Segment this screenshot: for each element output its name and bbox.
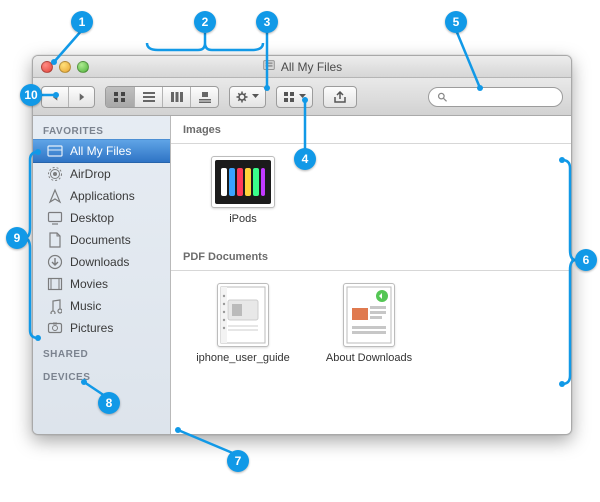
coverflow-view-button[interactable] <box>190 87 218 107</box>
minimize-window-button[interactable] <box>59 61 71 73</box>
desktop-icon <box>47 210 63 226</box>
chevron-down-icon <box>252 94 259 99</box>
zoom-window-button[interactable] <box>77 61 89 73</box>
sidebar-item-documents[interactable]: Documents <box>33 229 170 251</box>
file-item[interactable]: iPods <box>193 156 293 225</box>
sidebar-item-label: Pictures <box>70 321 113 335</box>
back-button[interactable] <box>42 87 68 107</box>
search-input[interactable] <box>452 91 554 103</box>
forward-button[interactable] <box>68 87 94 107</box>
sidebar-item-desktop[interactable]: Desktop <box>33 207 170 229</box>
group-header-pdf: PDF Documents <box>171 243 571 267</box>
file-item[interactable]: iphone_user_guide <box>193 283 293 364</box>
sidebar-item-music[interactable]: Music <box>33 295 170 317</box>
callout-1: 1 <box>71 11 93 33</box>
icon-view-button[interactable] <box>106 87 134 107</box>
sidebar-item-label: Desktop <box>70 211 114 225</box>
titlebar: All My Files <box>33 56 571 78</box>
share-icon <box>333 91 347 103</box>
file-thumbnail <box>343 283 395 347</box>
callout-7: 7 <box>227 450 249 472</box>
close-window-button[interactable] <box>41 61 53 73</box>
sidebar-item-downloads[interactable]: Downloads <box>33 251 170 273</box>
title-proxy-icon <box>262 58 276 75</box>
finder-window: All My Files <box>32 55 572 435</box>
sidebar-item-label: Downloads <box>70 255 129 269</box>
toolbar <box>33 78 571 116</box>
sidebar-item-label: Music <box>70 299 101 313</box>
arrange-icon <box>283 91 297 103</box>
action-menu-button[interactable] <box>229 86 266 108</box>
column-view-button[interactable] <box>162 87 190 107</box>
sidebar-item-movies[interactable]: Movies <box>33 273 170 295</box>
arrange-menu-button[interactable] <box>276 86 313 108</box>
callout-6: 6 <box>575 249 597 271</box>
group-header-images: Images <box>171 116 571 140</box>
sidebar-item-pictures[interactable]: Pictures <box>33 317 170 339</box>
all-files-icon <box>47 143 63 159</box>
file-name: About Downloads <box>326 352 412 364</box>
chevron-down-icon <box>299 94 306 99</box>
file-item[interactable]: About Downloads <box>319 283 419 364</box>
window-title: All My Files <box>281 60 342 74</box>
callout-2: 2 <box>194 11 216 33</box>
airdrop-icon <box>47 166 63 182</box>
music-icon <box>47 298 63 314</box>
content-area: Images iPods PDF Documents iphone_user_g… <box>171 116 571 434</box>
search-icon <box>437 91 447 103</box>
sidebar-item-label: Documents <box>70 233 131 247</box>
sidebar-item-applications[interactable]: Applications <box>33 185 170 207</box>
file-thumbnail <box>217 283 269 347</box>
sidebar-item-all-my-files[interactable]: All My Files <box>33 139 170 163</box>
window-controls <box>41 61 89 73</box>
view-mode-segmented <box>105 86 219 108</box>
list-view-button[interactable] <box>134 87 162 107</box>
share-button[interactable] <box>323 86 357 108</box>
file-name: iphone_user_guide <box>196 352 290 364</box>
sidebar-item-label: Applications <box>70 189 135 203</box>
gear-icon <box>236 91 250 103</box>
nav-buttons <box>41 86 95 108</box>
callout-9: 9 <box>6 227 28 249</box>
pictures-icon <box>47 320 63 336</box>
sidebar-item-label: AirDrop <box>70 167 111 181</box>
sidebar-item-airdrop[interactable]: AirDrop <box>33 163 170 185</box>
callout-4: 4 <box>294 148 316 170</box>
movies-icon <box>47 276 63 292</box>
sidebar-header-favorites[interactable]: FAVORITES <box>33 122 170 139</box>
downloads-icon <box>47 254 63 270</box>
sidebar-header-devices[interactable]: DEVICES <box>33 368 170 385</box>
sidebar-header-shared[interactable]: SHARED <box>33 345 170 362</box>
sidebar: FAVORITES All My Files AirDrop Applicati… <box>33 116 171 434</box>
sidebar-item-label: Movies <box>70 277 108 291</box>
callout-10: 10 <box>20 84 42 106</box>
callout-8: 8 <box>98 392 120 414</box>
search-field[interactable] <box>428 87 563 107</box>
sidebar-item-label: All My Files <box>70 144 131 158</box>
file-name: iPods <box>229 213 257 225</box>
callout-3: 3 <box>256 11 278 33</box>
callout-5: 5 <box>445 11 467 33</box>
documents-icon <box>47 232 63 248</box>
file-thumbnail <box>211 156 275 208</box>
applications-icon <box>47 188 63 204</box>
